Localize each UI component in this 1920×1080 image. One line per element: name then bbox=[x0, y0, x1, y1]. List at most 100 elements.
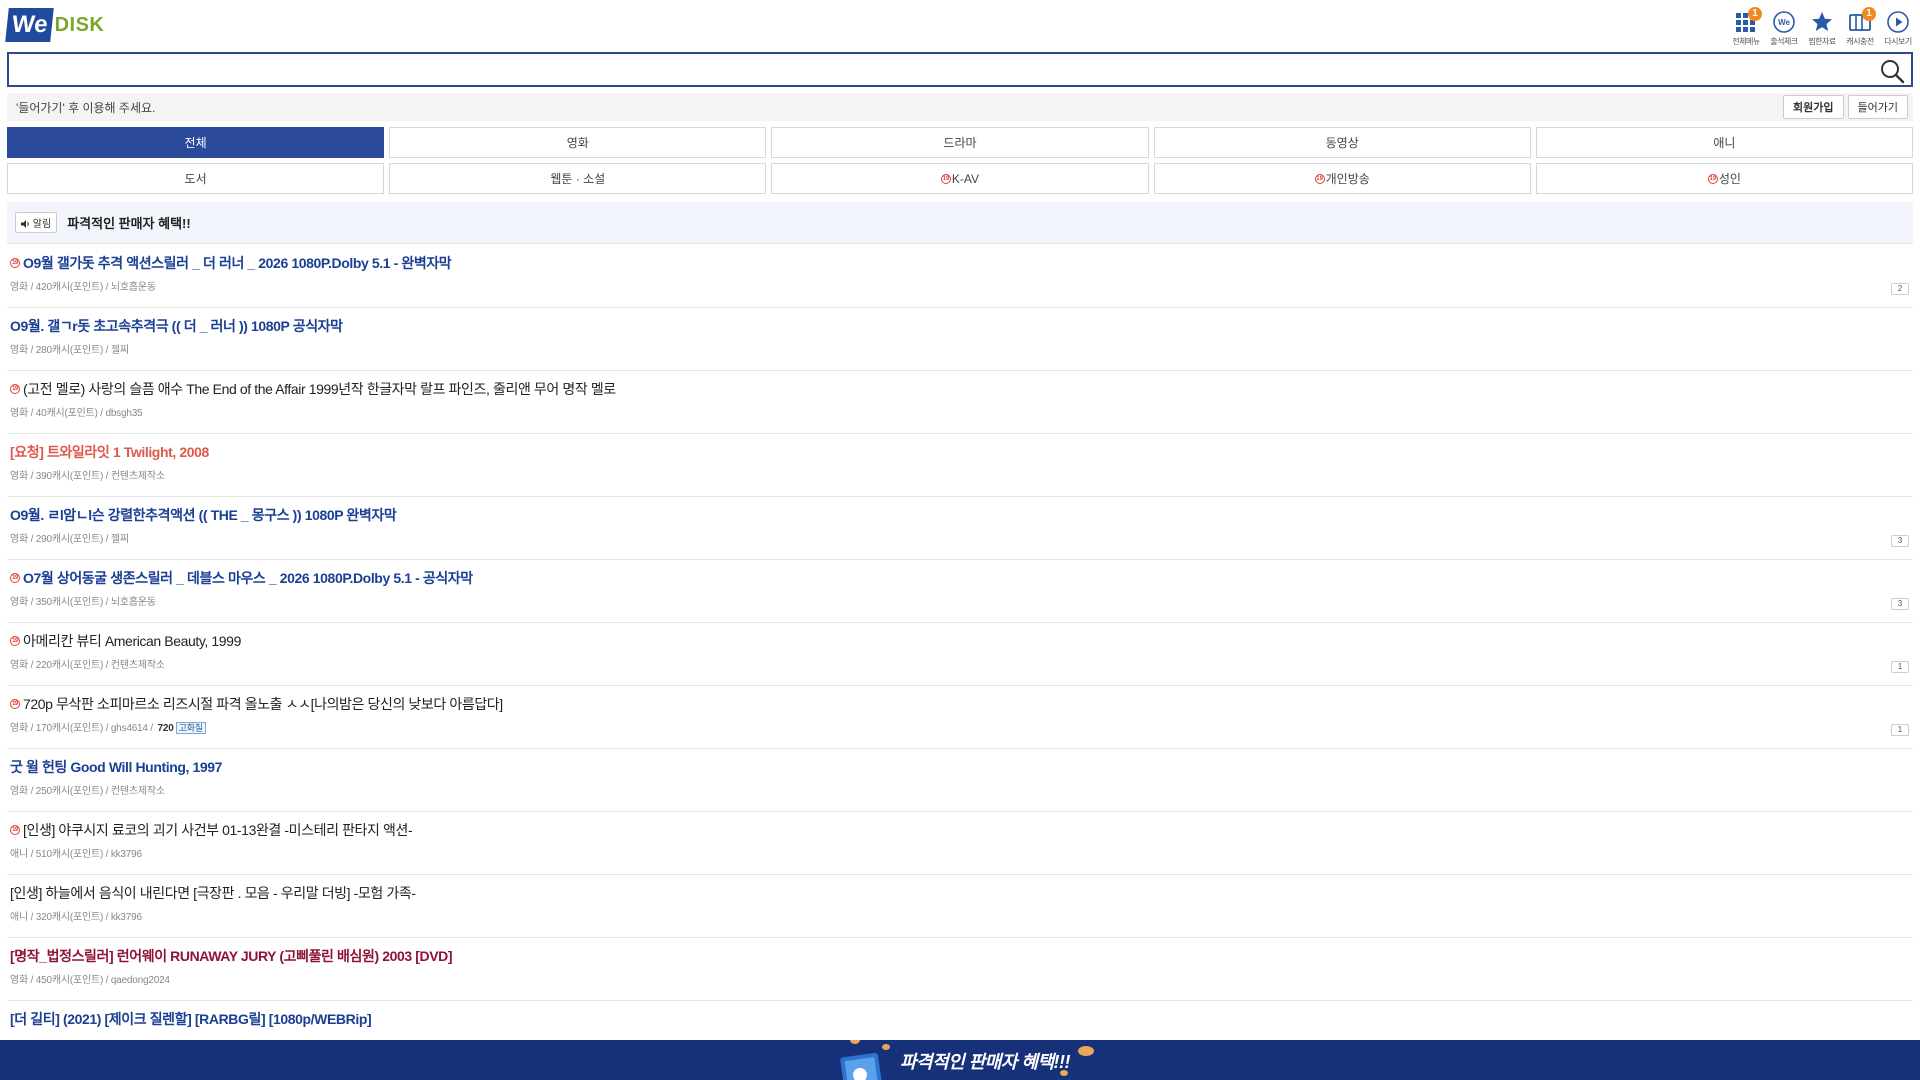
item-title-text: (고전 멜로) 사랑의 슬픔 애수 The End of the Affair … bbox=[23, 381, 616, 397]
list-item[interactable]: 19 (고전 멜로) 사랑의 슬픔 애수 The End of the Affai… bbox=[7, 371, 1913, 434]
favorites-button[interactable]: 찜한자료 bbox=[1804, 8, 1840, 47]
search-bar bbox=[7, 52, 1913, 87]
item-meta: 영화 / 390캐시(포인트) / 컨텐츠제작소 bbox=[10, 467, 1910, 482]
item-title[interactable]: [더 길티] (2021) [제이크 질렌할] [RARBG릴] [1080p/… bbox=[10, 1010, 1910, 1028]
speaker-icon bbox=[21, 220, 29, 228]
item-title-text: [요청] 트와일라잇 1 Twilight, 2008 bbox=[10, 444, 209, 460]
replay-icon bbox=[1887, 11, 1909, 33]
join-button[interactable]: 회원가입 bbox=[1783, 95, 1844, 119]
tab-label: 전체 bbox=[184, 136, 207, 150]
list-item[interactable]: 19 720p 무삭판 소피마르소 리즈시절 파격 올노출 ㅅㅅ[나의밤은 당신의… bbox=[7, 686, 1913, 749]
category-tabs: 전체 영화 드라마 동영상 애니 도서 웹툰 · 소설 19 K-AV 19 개인방… bbox=[7, 127, 1913, 194]
item-meta: 영화 / 420캐시(포인트) / 뇌호흡운동 bbox=[10, 278, 1910, 293]
coin-decoration bbox=[850, 1040, 860, 1044]
adult-19-icon: 19 bbox=[10, 699, 20, 709]
item-title[interactable]: 19 720p 무삭판 소피마르소 리즈시절 파격 올노출 ㅅㅅ[나의밤은 당신의… bbox=[10, 695, 1910, 713]
tab-webtoon-novel[interactable]: 웹툰 · 소설 bbox=[389, 163, 767, 194]
item-title[interactable]: O9월. ㄹl암ㄴl슨 강렬한추격액션 (( THE _ 몽구스 )) 1080… bbox=[10, 506, 1910, 524]
quality-tag: 고화질 bbox=[175, 722, 206, 734]
item-meta-text: 애니 / 320캐시(포인트) / kk3796 bbox=[10, 912, 142, 923]
tab-drama[interactable]: 드라마 bbox=[771, 127, 1149, 158]
item-meta: 애니 / 510캐시(포인트) / kk3796 bbox=[10, 845, 1910, 860]
list-item[interactable]: O9월. 갤ㄱr돗 초고속추격극 (( 더 _ 러너 )) 1080P 공식자막… bbox=[7, 308, 1913, 371]
tab-label: 도서 bbox=[184, 172, 207, 186]
tab-anime[interactable]: 애니 bbox=[1535, 127, 1913, 158]
tab-label: 동영상 bbox=[1325, 136, 1359, 150]
attendance-button[interactable]: We 출석체크 bbox=[1766, 8, 1802, 47]
attendance-icon: We bbox=[1773, 11, 1795, 33]
adult-19-icon: 19 bbox=[10, 258, 20, 268]
replay-button[interactable]: 다시보기 bbox=[1880, 8, 1916, 47]
tab-adult[interactable]: 19 성인 bbox=[1535, 163, 1913, 194]
item-meta: 영화 / 290캐시(포인트) / 젤찌 bbox=[10, 530, 1910, 545]
top-icon-label: 출석체크 bbox=[1770, 37, 1798, 46]
item-title[interactable]: [요청] 트와일라잇 1 Twilight, 2008 bbox=[10, 443, 1910, 461]
top-icon-label: 다시보기 bbox=[1884, 37, 1912, 46]
item-meta: 영화 / 250캐시(포인트) / 컨텐츠제작소 bbox=[10, 782, 1910, 797]
content-list: 19 O9월 갤가돗 추격 액션스릴러 _ 더 러너 _ 2026 1080P.D… bbox=[7, 245, 1913, 1064]
list-item[interactable]: [인생] 하늘에서 음식이 내린다면 [극장판 . 모음 - 우리말 더빙] -… bbox=[7, 875, 1913, 938]
login-notice-text: '들어가기' 후 이용해 주세요. bbox=[16, 100, 156, 115]
tab-label: 애니 bbox=[1713, 136, 1736, 150]
item-title[interactable]: 19 (고전 멜로) 사랑의 슬픔 애수 The End of the Affai… bbox=[10, 380, 1910, 398]
item-meta-text: 영화 / 170캐시(포인트) / ghs4614 / bbox=[10, 723, 156, 734]
item-title[interactable]: [인생] 하늘에서 음식이 내린다면 [극장판 . 모음 - 우리말 더빙] -… bbox=[10, 884, 1910, 902]
notice-banner[interactable]: 알림 파격적인 판매자 혜택!! bbox=[7, 202, 1913, 244]
item-title[interactable]: O9월. 갤ㄱr돗 초고속추격극 (( 더 _ 러너 )) 1080P 공식자막 bbox=[10, 317, 1910, 335]
list-item[interactable]: [명작_법정스릴러] 런어웨이 RUNAWAY JURY (고삐풀린 배심원) … bbox=[7, 938, 1913, 1001]
comment-count: 1 bbox=[1891, 724, 1909, 736]
item-title[interactable]: 19 O7월 상어동굴 생존스릴러 _ 데블스 마우스 _ 2026 1080P.… bbox=[10, 569, 1910, 587]
logo-disk-text: DISK bbox=[54, 13, 105, 36]
item-meta-text: 영화 / 420캐시(포인트) / 뇌호흡운동 bbox=[10, 282, 156, 293]
header: We DISK 1 전체메뉴 We 출석체크 찜한자료 1 캐시충전 다시보기 bbox=[0, 0, 1920, 52]
quality-value: 720 bbox=[157, 723, 174, 734]
search-icon[interactable] bbox=[1879, 58, 1905, 84]
search-input[interactable] bbox=[9, 54, 1911, 85]
all-menu-button[interactable]: 1 전체메뉴 bbox=[1728, 7, 1764, 47]
adult-19-icon: 19 bbox=[940, 173, 951, 184]
list-item[interactable]: 19 O9월 갤가돗 추격 액션스릴러 _ 더 러너 _ 2026 1080P.D… bbox=[7, 245, 1913, 308]
adult-19-icon: 19 bbox=[10, 573, 20, 583]
seller-box-icon bbox=[840, 1052, 882, 1080]
cash-charge-button[interactable]: 1 캐시충전 bbox=[1842, 7, 1878, 47]
list-item[interactable]: 19 아메리칸 뷰티 American Beauty, 1999 영화 / 220캐… bbox=[7, 623, 1913, 686]
item-meta-text: 영화 / 290캐시(포인트) / 젤찌 bbox=[10, 534, 129, 545]
item-title[interactable]: 19 [인생] 야쿠시지 료코의 괴기 사건부 01-13완결 -미스테리 판타지… bbox=[10, 821, 1910, 839]
notification-badge: 1 bbox=[1748, 7, 1762, 21]
adult-19-icon: 19 bbox=[1314, 173, 1325, 184]
item-title[interactable]: 19 O9월 갤가돗 추격 액션스릴러 _ 더 러너 _ 2026 1080P.D… bbox=[10, 254, 1910, 272]
tab-all[interactable]: 전체 bbox=[7, 127, 385, 158]
comment-count: 3 bbox=[1891, 598, 1909, 610]
top-icon-label: 캐시충전 bbox=[1846, 37, 1874, 46]
notice-tag: 알림 bbox=[15, 212, 58, 233]
tab-video[interactable]: 동영상 bbox=[1153, 127, 1531, 158]
top-icon-label: 전체메뉴 bbox=[1732, 37, 1760, 46]
item-meta-text: 애니 / 510캐시(포인트) / kk3796 bbox=[10, 849, 142, 860]
item-title[interactable]: 굿 윌 헌팅 Good Will Hunting, 1997 bbox=[10, 758, 1910, 776]
item-meta: 영화 / 220캐시(포인트) / 컨텐츠제작소 bbox=[10, 656, 1910, 671]
item-title[interactable]: [명작_법정스릴러] 런어웨이 RUNAWAY JURY (고삐풀린 배심원) … bbox=[10, 947, 1910, 965]
comment-count: 1 bbox=[1891, 661, 1909, 673]
tab-k-av[interactable]: 19 K-AV bbox=[771, 163, 1149, 194]
list-item[interactable]: 19 [인생] 야쿠시지 료코의 괴기 사건부 01-13완결 -미스테리 판타지… bbox=[7, 812, 1913, 875]
tab-label: 영화 bbox=[566, 136, 589, 150]
coin-decoration bbox=[1078, 1046, 1094, 1056]
wedisk-logo[interactable]: We DISK bbox=[5, 8, 105, 42]
list-item[interactable]: O9월. ㄹl암ㄴl슨 강렬한추격액션 (( THE _ 몽구스 )) 1080… bbox=[7, 497, 1913, 560]
item-title[interactable]: 19 아메리칸 뷰티 American Beauty, 1999 bbox=[10, 632, 1910, 650]
star-icon bbox=[1812, 12, 1832, 31]
login-button[interactable]: 들어가기 bbox=[1847, 95, 1908, 119]
item-title-text: O9월. ㄹl암ㄴl슨 강렬한추격액션 (( THE _ 몽구스 )) 1080… bbox=[10, 507, 397, 523]
list-item[interactable]: [요청] 트와일라잇 1 Twilight, 2008 영화 / 390캐시(포인… bbox=[7, 434, 1913, 497]
item-meta: 영화 / 280캐시(포인트) / 젤찌 bbox=[10, 341, 1910, 356]
notice-title[interactable]: 파격적인 판매자 혜택!! bbox=[67, 213, 191, 232]
item-title-text: [명작_법정스릴러] 런어웨이 RUNAWAY JURY (고삐풀린 배심원) … bbox=[10, 948, 453, 964]
item-meta-text: 영화 / 40캐시(포인트) / dbsgh35 bbox=[10, 408, 143, 419]
adult-19-icon: 19 bbox=[10, 636, 20, 646]
list-item[interactable]: 굿 윌 헌팅 Good Will Hunting, 1997 영화 / 250캐시… bbox=[7, 749, 1913, 812]
bottom-promo-banner[interactable]: 파격적인 판매자 혜택!!! bbox=[0, 1040, 1920, 1080]
tab-personal-broadcast[interactable]: 19 개인방송 bbox=[1153, 163, 1531, 194]
tab-books[interactable]: 도서 bbox=[7, 163, 385, 194]
tab-movie[interactable]: 영화 bbox=[389, 127, 767, 158]
list-item[interactable]: 19 O7월 상어동굴 생존스릴러 _ 데블스 마우스 _ 2026 1080P.… bbox=[7, 560, 1913, 623]
